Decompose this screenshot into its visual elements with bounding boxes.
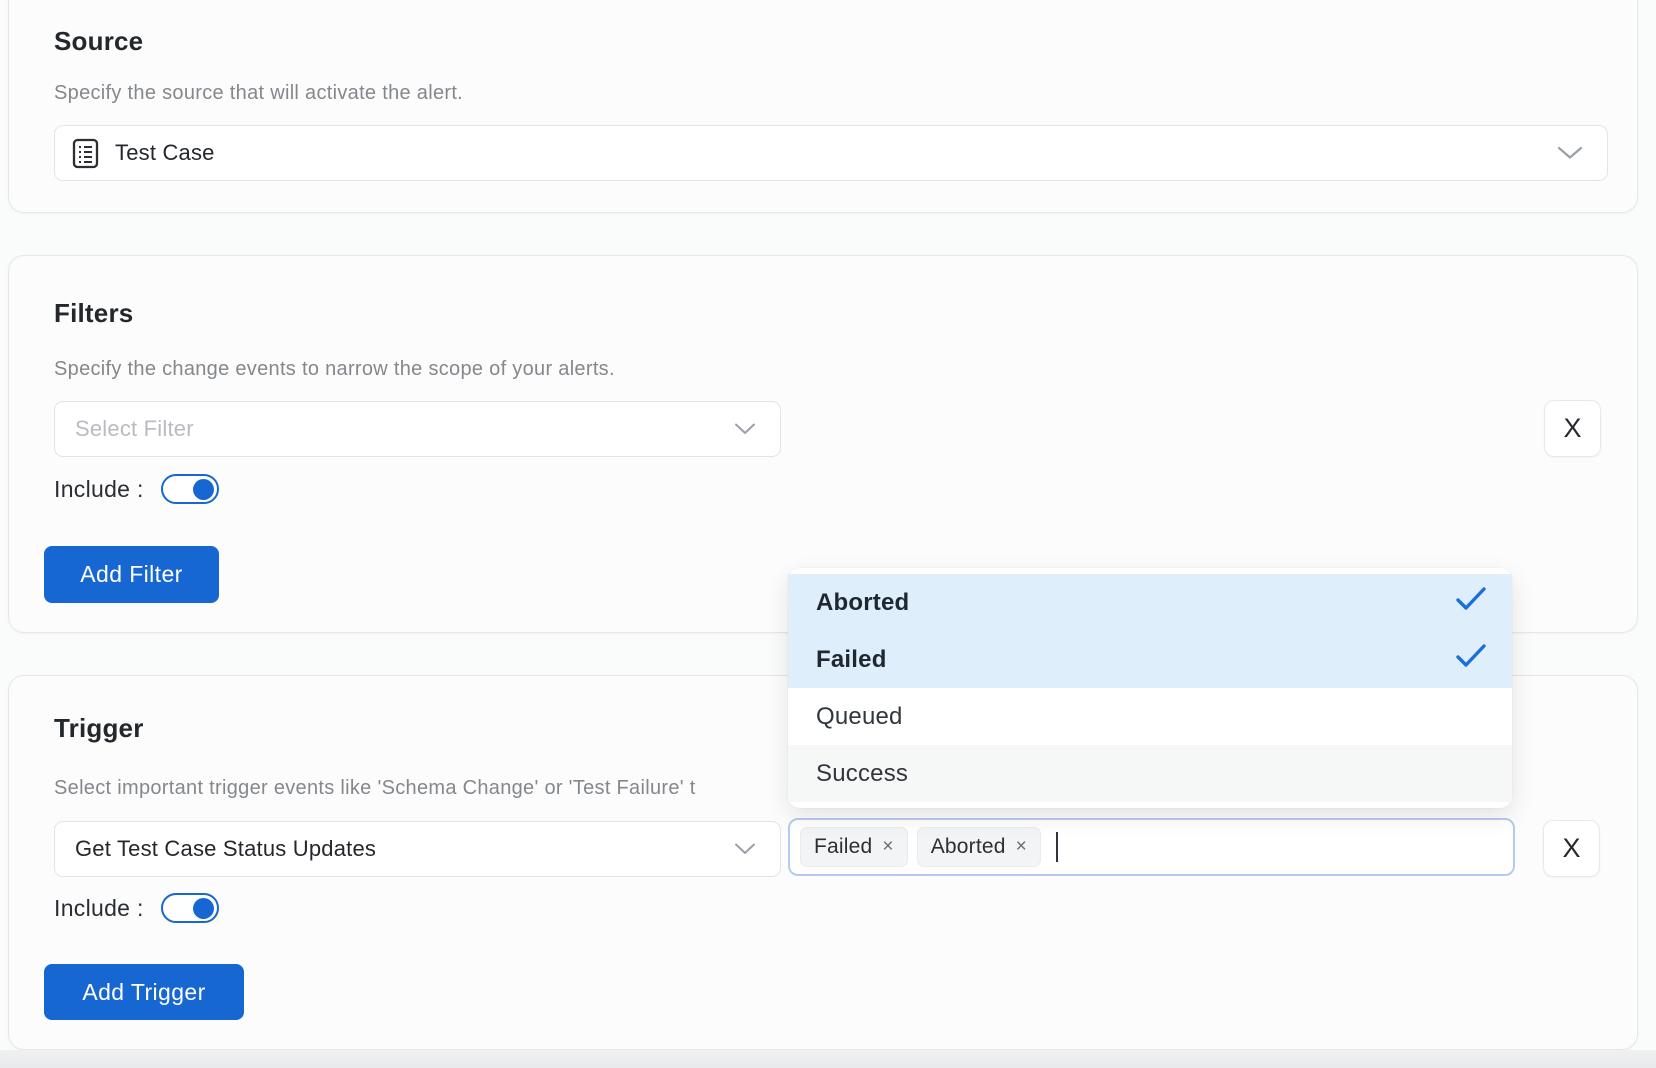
chevron-down-icon <box>734 843 756 856</box>
remove-trigger-button[interactable]: X <box>1543 820 1600 877</box>
remove-chip-icon[interactable]: × <box>1016 836 1027 858</box>
test-case-document-icon <box>72 138 99 169</box>
alert-config-page: Source Specify the source that will acti… <box>0 0 1656 1068</box>
page-bottom-edge <box>0 1050 1656 1068</box>
status-options-dropdown: Aborted Failed Queued Success <box>788 568 1512 808</box>
selected-event-chip: Failed × <box>800 827 908 867</box>
source-section: Source Specify the source that will acti… <box>8 0 1638 213</box>
chevron-down-icon <box>1557 146 1583 160</box>
dropdown-option-success[interactable]: Success <box>788 745 1512 802</box>
filters-description: Specify the change events to narrow the … <box>54 356 615 382</box>
filter-include-label: Include : <box>54 476 144 503</box>
chip-label: Aborted <box>931 835 1006 859</box>
source-select-value: Test Case <box>115 140 215 166</box>
dropdown-option-failed[interactable]: Failed <box>788 631 1512 688</box>
remove-chip-icon[interactable]: × <box>882 836 893 858</box>
selected-event-chip: Aborted × <box>917 827 1041 867</box>
option-label: Aborted <box>816 589 909 617</box>
add-filter-button[interactable]: Add Filter <box>44 546 219 603</box>
add-trigger-button[interactable]: Add Trigger <box>44 964 244 1020</box>
toggle-knob <box>193 898 214 919</box>
trigger-events-multiselect[interactable]: Failed × Aborted × <box>788 818 1515 876</box>
option-label: Queued <box>816 703 903 731</box>
source-title: Source <box>54 25 143 57</box>
remove-filter-button[interactable]: X <box>1544 400 1601 457</box>
filter-include-toggle[interactable] <box>161 474 219 504</box>
filters-title: Filters <box>54 297 133 329</box>
dropdown-option-aborted[interactable]: Aborted <box>788 574 1512 631</box>
source-select[interactable]: Test Case <box>54 125 1608 181</box>
option-label: Failed <box>816 646 887 674</box>
checkmark-icon <box>1454 643 1488 676</box>
chevron-down-icon <box>734 423 756 436</box>
trigger-description: Select important trigger events like 'Sc… <box>54 775 696 801</box>
toggle-knob <box>193 479 214 500</box>
trigger-title: Trigger <box>54 712 144 744</box>
trigger-include-toggle[interactable] <box>161 893 219 923</box>
trigger-select[interactable]: Get Test Case Status Updates <box>54 821 781 877</box>
chip-label: Failed <box>814 835 872 859</box>
dropdown-option-queued[interactable]: Queued <box>788 688 1512 745</box>
filter-select-placeholder: Select Filter <box>75 416 194 442</box>
trigger-select-value: Get Test Case Status Updates <box>75 836 376 862</box>
source-description: Specify the source that will activate th… <box>54 80 463 106</box>
filter-select[interactable]: Select Filter <box>54 401 781 457</box>
text-cursor <box>1056 832 1058 862</box>
trigger-include-label: Include : <box>54 895 144 922</box>
option-label: Success <box>816 760 908 788</box>
checkmark-icon <box>1454 586 1488 619</box>
